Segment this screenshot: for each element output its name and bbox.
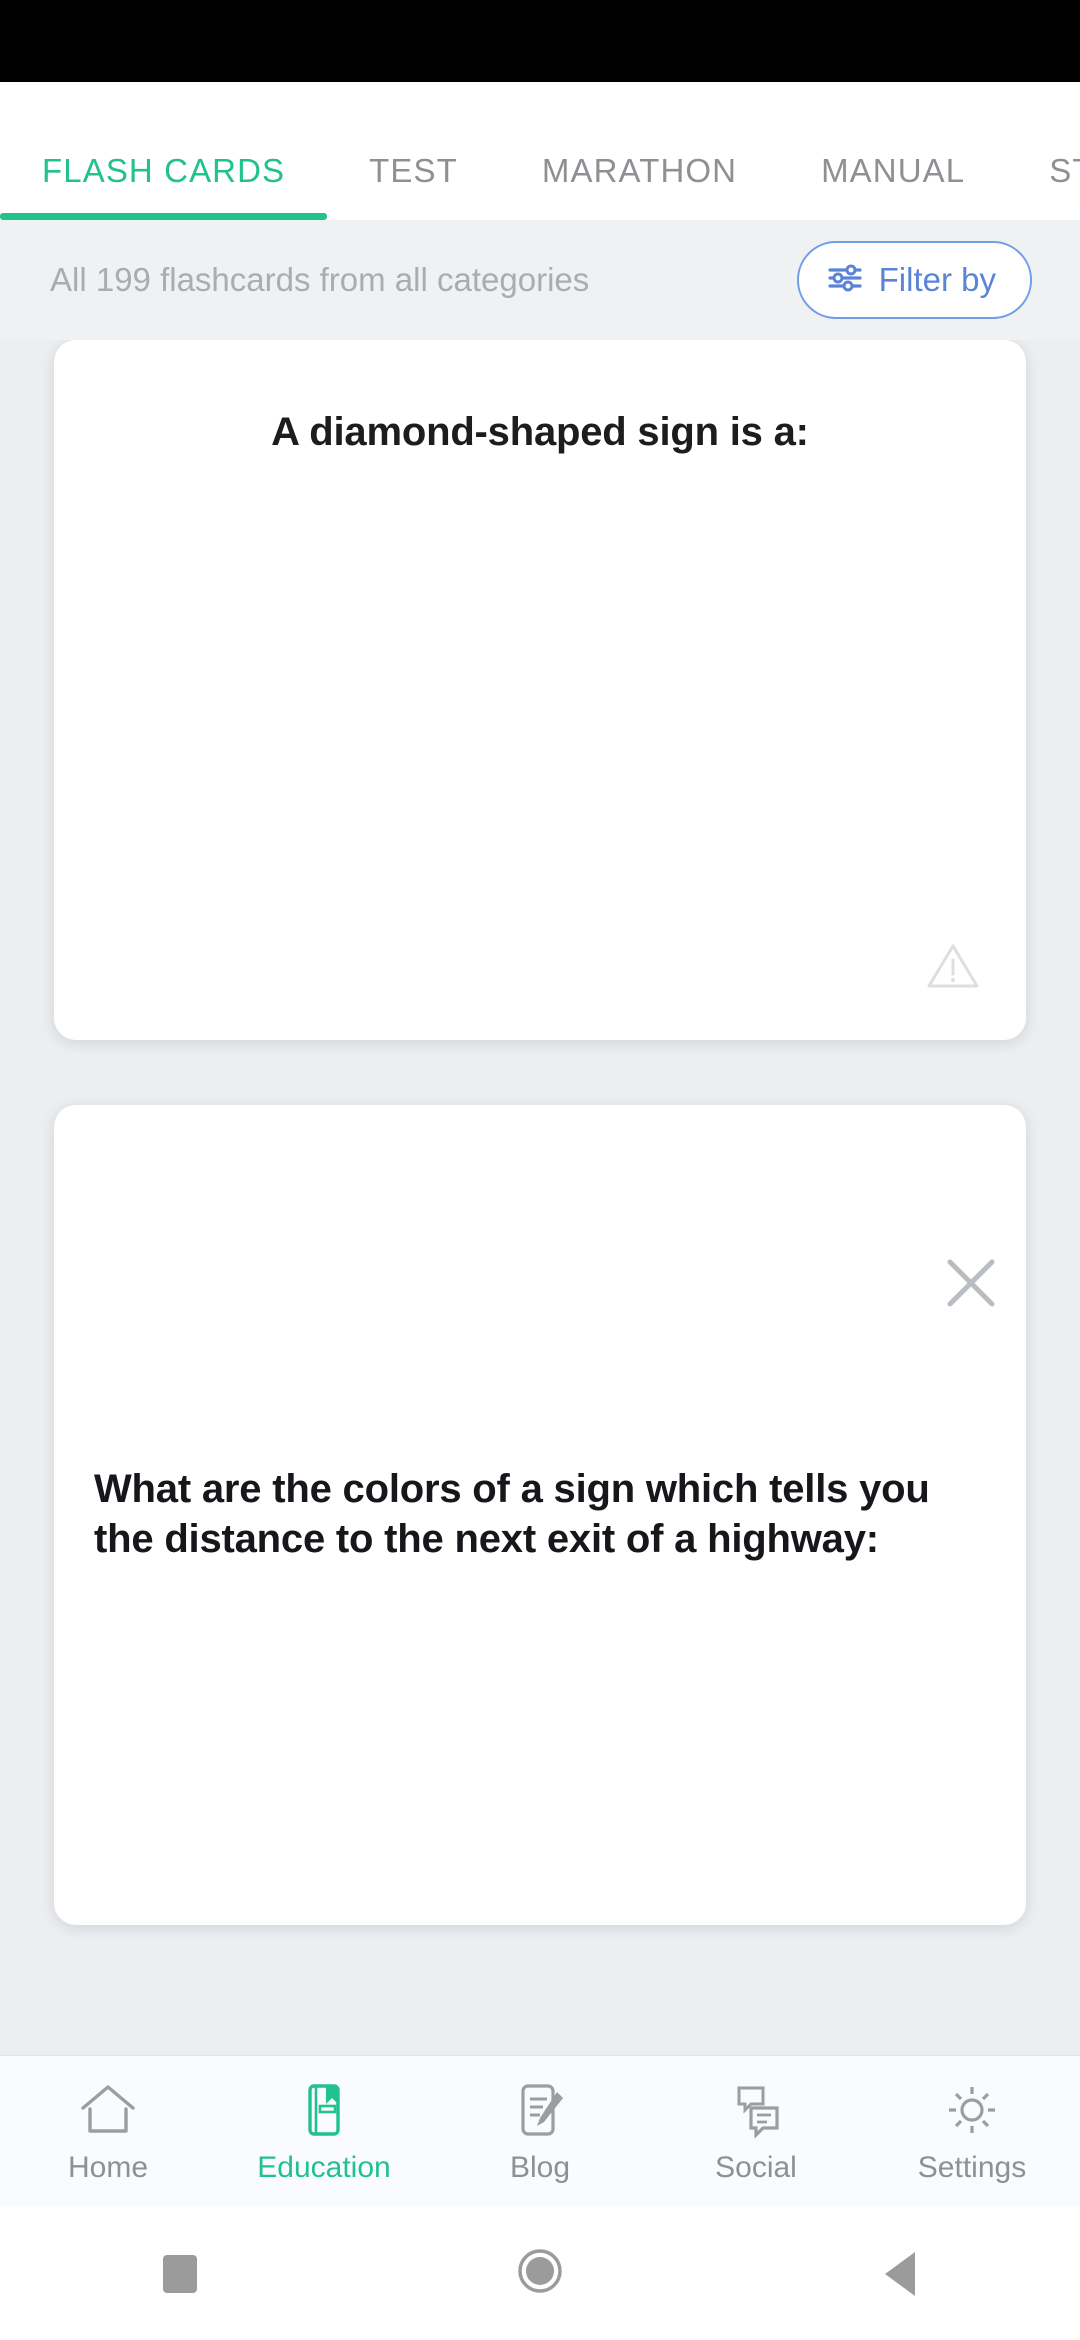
flashcards-list[interactable]: A diamond-shaped sign is a: What are the… xyxy=(0,340,1080,1990)
flashcards-count-caption: All 199 flashcards from all categories xyxy=(50,261,590,298)
close-icon xyxy=(942,1254,1000,1317)
back-triangle-icon xyxy=(885,2251,915,2296)
nav-label: Social xyxy=(715,2150,797,2184)
recent-apps-square-icon xyxy=(163,2254,197,2293)
tab-label: STATISTICS xyxy=(1049,152,1080,189)
tab-flash-cards[interactable]: FLASH CARDS xyxy=(0,82,327,220)
nav-item-home[interactable]: Home xyxy=(0,2079,216,2185)
chat-icon xyxy=(725,2079,787,2141)
home-icon xyxy=(77,2079,139,2141)
tab-marathon[interactable]: MARATHON xyxy=(500,82,779,220)
back-button[interactable] xyxy=(720,2251,1080,2296)
active-tab-indicator xyxy=(0,213,328,220)
filter-by-button[interactable]: Filter by xyxy=(796,241,1032,319)
home-button[interactable] xyxy=(360,2247,720,2300)
flashcard-item[interactable]: What are the colors of a sign which tell… xyxy=(54,1105,1026,1925)
tab-test[interactable]: TEST xyxy=(327,82,500,220)
nav-item-education[interactable]: Education xyxy=(216,2079,432,2185)
nav-label: Education xyxy=(257,2150,391,2184)
tab-statistics[interactable]: STATISTICS xyxy=(1007,82,1080,220)
gear-icon xyxy=(941,2079,1003,2141)
nav-item-social[interactable]: Social xyxy=(648,2079,864,2185)
filter-by-label: Filter by xyxy=(878,261,996,298)
tab-label: TEST xyxy=(369,152,458,189)
flashcard-item[interactable]: A diamond-shaped sign is a: xyxy=(54,340,1026,1040)
sliders-icon xyxy=(827,264,863,297)
warning-triangle-icon xyxy=(926,941,980,996)
tab-label: FLASH CARDS xyxy=(42,152,286,189)
status-bar xyxy=(0,0,1080,82)
nav-label: Home xyxy=(67,2150,149,2184)
flashcard-question: A diamond-shaped sign is a: xyxy=(271,410,809,454)
nav-item-blog[interactable]: Blog xyxy=(432,2079,648,2185)
tab-bar[interactable]: FLASH CARDS TEST MARATHON MANUAL STATIST… xyxy=(0,82,1080,220)
nav-label: Blog xyxy=(509,2150,571,2184)
edit-note-icon xyxy=(509,2079,571,2141)
close-button[interactable] xyxy=(916,1230,1026,1340)
android-system-navigation[interactable] xyxy=(0,2207,1080,2340)
tab-label: MANUAL xyxy=(821,152,966,189)
filter-bar: All 199 flashcards from all categories F… xyxy=(0,220,1080,340)
tab-manual[interactable]: MANUAL xyxy=(779,82,1007,220)
tab-label: MARATHON xyxy=(541,152,738,189)
flashcard-question: What are the colors of a sign which tell… xyxy=(94,1467,930,1561)
nav-label: Settings xyxy=(917,2150,1027,2184)
home-circle-icon xyxy=(516,2247,564,2300)
book-icon xyxy=(293,2079,355,2141)
nav-item-settings[interactable]: Settings xyxy=(864,2079,1080,2185)
bottom-navigation[interactable]: Home Education Blog Social Settings xyxy=(0,2055,1080,2207)
recent-apps-button[interactable] xyxy=(0,2254,360,2293)
